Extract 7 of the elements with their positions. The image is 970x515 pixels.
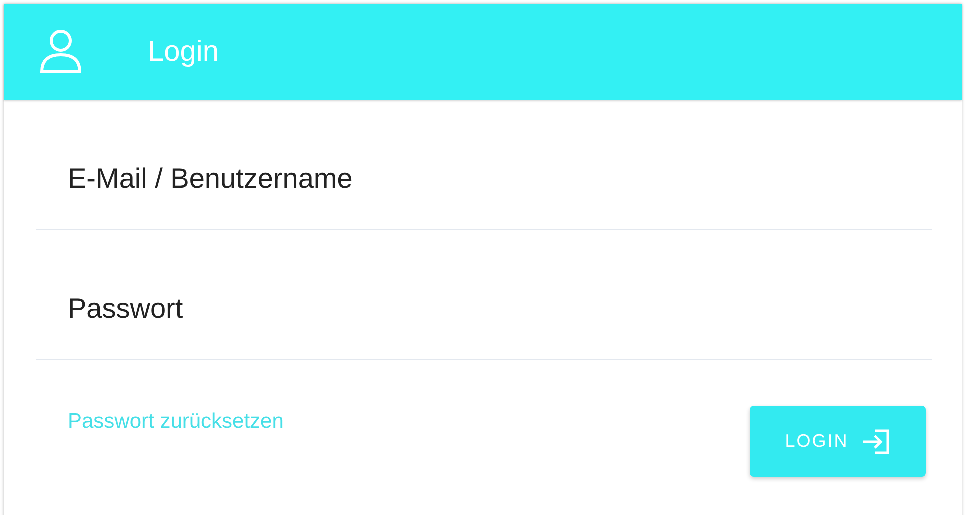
login-button[interactable]: LOGIN: [750, 406, 926, 477]
username-field[interactable]: E-Mail / Benutzername: [36, 100, 932, 230]
password-field[interactable]: Passwort: [36, 230, 932, 360]
login-icon: [860, 428, 891, 454]
header-title: Login: [148, 36, 219, 68]
reset-password-link[interactable]: Passwort zurücksetzen: [68, 410, 284, 434]
user-icon: [40, 29, 82, 75]
